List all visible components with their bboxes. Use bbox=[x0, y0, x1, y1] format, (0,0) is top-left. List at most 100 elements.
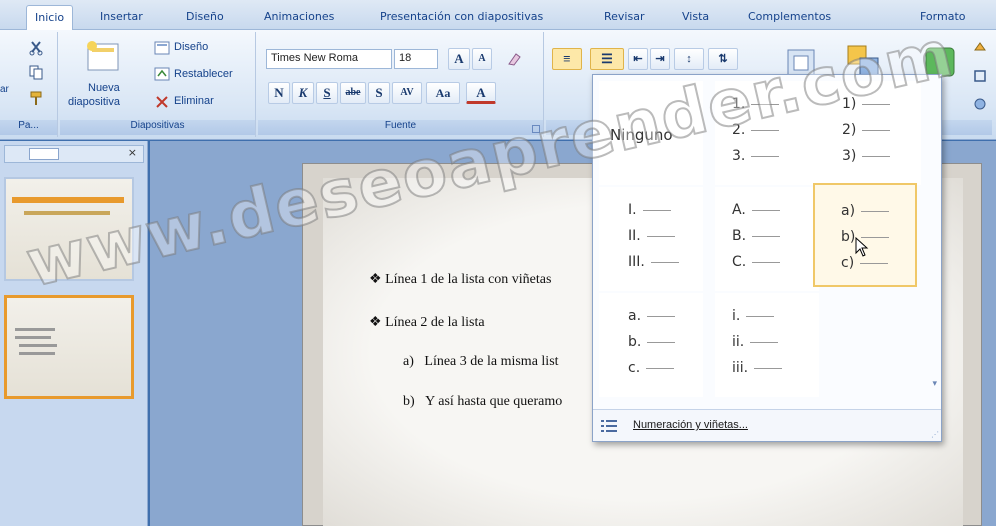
reset-button[interactable]: Restablecer bbox=[174, 68, 233, 80]
slides-panel: × bbox=[0, 141, 148, 526]
marker: I. bbox=[628, 202, 637, 218]
tab-revisar[interactable]: Revisar bbox=[596, 7, 652, 30]
clipboard-group: ar Pa... bbox=[0, 32, 58, 137]
shape-fill-icon[interactable] bbox=[972, 40, 988, 56]
tab-animaciones[interactable]: Animaciones bbox=[256, 7, 342, 30]
numbering-style-1-paren[interactable]: 1) 2) 3) bbox=[817, 81, 921, 185]
marker: III. bbox=[628, 254, 645, 270]
copy-icon[interactable] bbox=[28, 64, 44, 80]
delete-slide-icon[interactable] bbox=[154, 94, 170, 110]
paste-label-partial: ar bbox=[0, 84, 9, 95]
panel-tabs: × bbox=[4, 145, 144, 163]
marker: 1) bbox=[842, 96, 857, 112]
tab-complementos[interactable]: Complementos bbox=[740, 7, 839, 30]
marker: iii. bbox=[732, 360, 749, 376]
numbering-gallery-dropdown: Ninguno 1. 2. 3. 1) 2) 3) I. II. III. A.… bbox=[592, 74, 942, 442]
numbering-style-alpha-lower-dot[interactable]: a. b. c. bbox=[599, 293, 703, 397]
shrink-font-button[interactable]: A bbox=[472, 48, 492, 70]
italic-button[interactable]: K bbox=[292, 82, 314, 104]
strikethrough-button[interactable]: abe bbox=[340, 82, 366, 104]
font-group: Times New Roma 18 A A N K S abe S AV Aa … bbox=[258, 32, 544, 137]
slides-tab[interactable] bbox=[29, 148, 59, 160]
bold-button[interactable]: N bbox=[268, 82, 290, 104]
resize-grip-icon[interactable]: ⋰ bbox=[931, 430, 939, 439]
numbering-style-roman-lower[interactable]: i. ii. iii. bbox=[715, 293, 819, 397]
marker: b) bbox=[841, 229, 856, 245]
font-size-combo[interactable]: 18 bbox=[394, 49, 438, 69]
reset-icon[interactable] bbox=[154, 66, 170, 82]
clipboard-group-label: Pa... bbox=[0, 120, 57, 135]
format-painter-icon[interactable] bbox=[28, 90, 44, 106]
close-panel-icon[interactable]: × bbox=[128, 146, 137, 159]
marker: 2) bbox=[842, 122, 857, 138]
layout-icon[interactable] bbox=[154, 40, 170, 56]
delete-slide-button[interactable]: Eliminar bbox=[174, 95, 214, 107]
decrease-indent-button[interactable]: ⇤ bbox=[628, 48, 648, 70]
numbering-style-alpha-lower-paren[interactable]: a) b) c) bbox=[813, 183, 917, 287]
marker: 3) bbox=[842, 148, 857, 164]
marker: c. bbox=[628, 360, 641, 376]
marker: 2. bbox=[732, 122, 746, 138]
marker: 3. bbox=[732, 148, 746, 164]
tab-diseno[interactable]: Diseño bbox=[178, 7, 232, 30]
slides-group: Nueva diapositiva Diseño Restablecer Eli… bbox=[60, 32, 256, 137]
slide-thumbnail-2[interactable] bbox=[4, 295, 134, 399]
marker: ii. bbox=[732, 334, 745, 350]
slide-line-2[interactable]: ❖ Línea 2 de la lista bbox=[369, 314, 485, 331]
font-name-combo[interactable]: Times New Roma bbox=[266, 49, 392, 69]
marker: a. bbox=[628, 308, 642, 324]
numbering-and-bullets-link[interactable]: Numeración y viñetas... bbox=[633, 419, 748, 431]
marker: 1. bbox=[732, 96, 746, 112]
slides-group-label: Diapositivas bbox=[60, 120, 255, 135]
shape-effects-icon[interactable] bbox=[972, 96, 988, 112]
layout-button[interactable]: Diseño bbox=[174, 41, 208, 53]
change-case-button[interactable]: Aa bbox=[426, 82, 460, 104]
marker: II. bbox=[628, 228, 641, 244]
numbering-style-1-dot[interactable]: 1. 2. 3. bbox=[715, 81, 819, 185]
tab-presentacion[interactable]: Presentación con diapositivas bbox=[372, 7, 551, 30]
gallery-scroll-down-icon[interactable]: ▾ bbox=[932, 379, 937, 389]
numbering-style-alpha-upper[interactable]: A. B. C. bbox=[715, 187, 819, 291]
tab-insertar[interactable]: Insertar bbox=[92, 7, 151, 30]
underline-button[interactable]: S bbox=[316, 82, 338, 104]
numbering-style-roman-upper[interactable]: I. II. III. bbox=[599, 187, 703, 291]
marker: a) bbox=[841, 203, 856, 219]
char-spacing-button[interactable]: AV bbox=[392, 82, 422, 104]
grow-font-button[interactable]: A bbox=[448, 48, 470, 70]
slide-line-1[interactable]: ❖ Línea 1 de la lista con viñetas bbox=[369, 271, 551, 288]
marker: c) bbox=[841, 255, 855, 271]
slide-thumbnail-1[interactable] bbox=[4, 177, 134, 281]
bullets-button[interactable]: ≡ bbox=[552, 48, 582, 70]
numbering-button[interactable]: ☰ bbox=[590, 48, 624, 70]
gallery-footer: Numeración y viñetas... ⋰ bbox=[593, 409, 941, 441]
ribbon-tab-bar: Inicio Insertar Diseño Animaciones Prese… bbox=[0, 0, 996, 31]
marker: C. bbox=[732, 254, 747, 270]
numbering-none-label: Ninguno bbox=[610, 126, 673, 144]
tab-inicio[interactable]: Inicio bbox=[26, 5, 74, 31]
marker: B. bbox=[732, 228, 747, 244]
mouse-cursor-icon bbox=[855, 237, 869, 257]
powerpoint-window: Inicio Insertar Diseño Animaciones Prese… bbox=[0, 0, 996, 526]
slide-line-3[interactable]: a) Línea 3 de la misma list bbox=[403, 354, 559, 370]
marker: i. bbox=[732, 308, 741, 324]
increase-indent-button[interactable]: ⇥ bbox=[650, 48, 670, 70]
text-direction-button[interactable]: ⇅ bbox=[708, 48, 738, 70]
new-slide-label-2[interactable]: diapositiva bbox=[68, 96, 120, 108]
numbering-none[interactable]: Ninguno bbox=[599, 81, 703, 185]
shape-outline-icon[interactable] bbox=[972, 68, 988, 84]
tab-vista[interactable]: Vista bbox=[674, 7, 717, 30]
new-slide-label-1[interactable]: Nueva bbox=[88, 82, 120, 94]
font-dialog-launcher[interactable] bbox=[532, 125, 540, 133]
shadow-button[interactable]: S bbox=[368, 82, 390, 104]
font-group-label: Fuente bbox=[258, 120, 543, 135]
numbering-list-icon bbox=[601, 420, 617, 432]
font-color-button[interactable]: A bbox=[466, 82, 496, 104]
clear-format-icon[interactable] bbox=[506, 51, 522, 67]
new-slide-icon[interactable] bbox=[84, 40, 122, 76]
cut-icon[interactable] bbox=[28, 40, 44, 56]
line-spacing-button[interactable]: ↕ bbox=[674, 48, 704, 70]
tab-formato[interactable]: Formato bbox=[912, 7, 974, 30]
slide-line-4[interactable]: b) Y así hasta que queramo bbox=[403, 394, 562, 410]
marker: b. bbox=[628, 334, 642, 350]
marker: A. bbox=[732, 202, 746, 218]
